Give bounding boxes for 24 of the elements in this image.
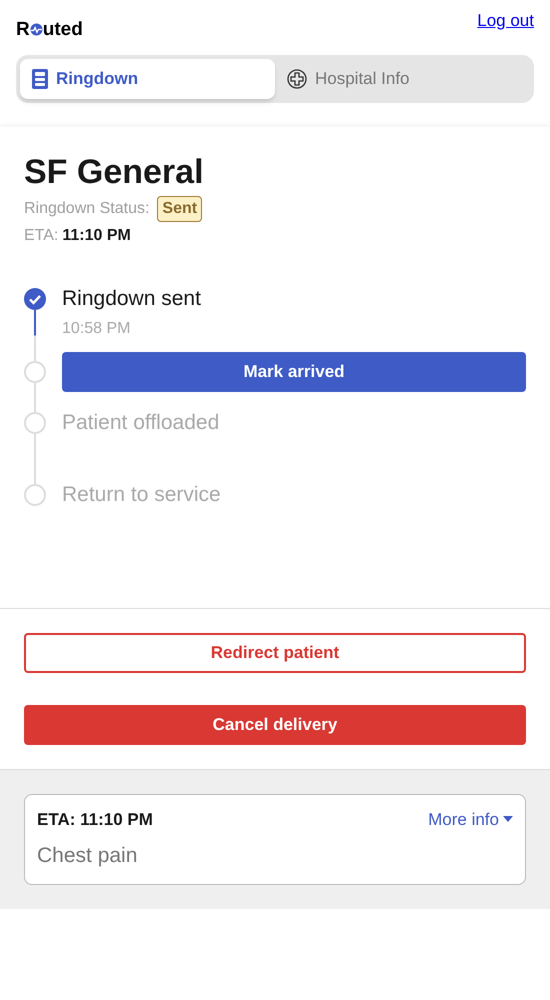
more-info-button[interactable]: More info xyxy=(428,806,513,832)
status-label: Ringdown Status: xyxy=(24,198,150,218)
step-time: 10:58 PM xyxy=(62,318,132,338)
logo-icon xyxy=(30,23,43,36)
redirect-button[interactable]: Redirect patient xyxy=(24,632,526,672)
status-badge: Sent xyxy=(157,196,202,222)
cancel-button[interactable]: Cancel delivery xyxy=(24,704,526,744)
tab[interactable]: Hospital Info xyxy=(275,59,530,99)
logout-link[interactable]: Log out xyxy=(477,8,534,34)
step-label: Patient offloaded xyxy=(62,412,220,432)
summary-eta: ETA: 11:10 PM xyxy=(37,808,153,830)
medical-cross-icon xyxy=(287,69,307,89)
hospital-name: SF General xyxy=(24,152,205,193)
chief-complaint: Chest pain xyxy=(37,843,138,869)
step-label: Ringdown sent xyxy=(62,288,202,308)
tab[interactable]: Ringdown xyxy=(20,59,275,99)
caret-icon xyxy=(503,816,513,822)
mark-arrived-button[interactable]: Mark arrived xyxy=(62,352,526,392)
logo-text: uted xyxy=(42,20,83,39)
eta-value: 11:10 PM xyxy=(62,226,131,246)
logo-text: R xyxy=(16,20,30,39)
eta-label: ETA: xyxy=(24,226,58,246)
list-icon xyxy=(32,69,48,89)
step-label: Return to service xyxy=(62,484,222,504)
